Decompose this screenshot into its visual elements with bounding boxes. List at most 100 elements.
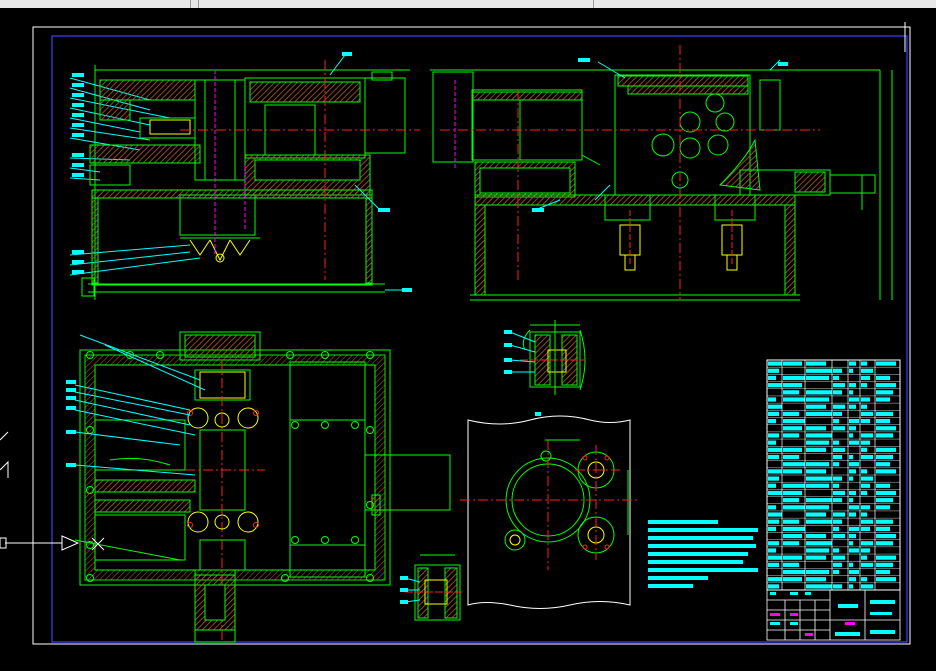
parts-list-cell-text — [849, 562, 853, 567]
parts-list-cell-text — [833, 375, 839, 381]
parts-list-cell-text — [876, 361, 896, 366]
parts-list-cell-text — [849, 454, 853, 460]
parts-list-cell-text — [849, 584, 853, 589]
parts-list-cell-text — [833, 454, 842, 460]
parts-list-cell-text — [849, 469, 856, 474]
ucs-icon[interactable] — [0, 431, 9, 478]
parts-list-cell-text — [806, 361, 826, 366]
parts-list-cell-text — [833, 584, 842, 589]
parts-list-cell-text — [876, 454, 893, 460]
parts-list-cell-text — [768, 419, 776, 424]
parts-list-cell-text — [876, 447, 896, 452]
parts-list-cell-text — [768, 584, 779, 589]
parts-list-cell-text — [833, 498, 842, 503]
parts-list-cell-text — [833, 411, 842, 416]
parts-list-cell-text — [876, 390, 893, 395]
parts-list-cell-text — [861, 440, 870, 445]
parts-list-cell-text — [783, 534, 802, 539]
parts-list-cell-text — [876, 519, 893, 524]
parts-list-cell-text — [783, 526, 805, 531]
parts-list-cell-text — [849, 505, 859, 510]
parts-list-cell-text — [783, 397, 805, 402]
parts-list-cell-text — [783, 426, 802, 431]
parts-list-cell-text — [849, 490, 856, 496]
parts-list-cell-text — [849, 476, 853, 481]
parts-list-cell-text — [849, 548, 859, 553]
parts-list-cell-text — [806, 397, 829, 402]
parts-list-cell-text — [768, 526, 776, 531]
parts-list-cell-text — [833, 519, 842, 524]
parts-list-cell-text — [833, 555, 845, 560]
selection-arrow-icon[interactable] — [0, 535, 80, 551]
parts-list-cell-text — [806, 440, 829, 445]
parts-list-cell-text — [806, 577, 826, 582]
parts-list-cell-text — [768, 383, 782, 388]
parts-list-cell-text — [768, 577, 782, 582]
parts-list-cell-text — [861, 519, 873, 524]
parts-list-cell-text — [833, 526, 839, 531]
parts-list-cell-text — [806, 541, 832, 546]
parts-list-cell-text — [768, 483, 776, 488]
parts-list-cell-text — [861, 490, 867, 496]
cad-model-space[interactable] — [0, 0, 936, 671]
parts-list-cell-text — [876, 490, 896, 496]
parts-list-cell-text — [861, 584, 873, 589]
front-elevation-view — [69, 52, 420, 300]
parts-list-cell-text — [861, 419, 870, 424]
parts-list-cell-text — [768, 397, 776, 402]
parts-list-cell-text — [783, 577, 802, 582]
parts-list-cell-text — [849, 512, 856, 517]
parts-list-cell-text — [876, 375, 890, 381]
parts-list-cell-text — [768, 404, 782, 409]
parts-list-cell-text — [806, 433, 832, 438]
parts-list-cell-text — [806, 469, 826, 474]
parts-list-cell-text — [833, 569, 839, 575]
parts-list-cell-text — [849, 361, 856, 366]
parts-list-cell-text — [861, 411, 873, 416]
parts-list-cell-text — [876, 534, 896, 539]
parts-list-cell-text — [876, 383, 896, 388]
parts-list-cell-text — [783, 490, 802, 496]
parts-list-cell-text — [806, 519, 832, 524]
parts-list-cell-text — [861, 548, 870, 553]
parts-list-cell-text — [768, 469, 782, 474]
parts-list-cell-text — [806, 375, 829, 381]
parts-list-cell-text — [768, 368, 779, 373]
parts-list-cell-text — [861, 476, 873, 481]
parts-list-cell-text — [876, 433, 893, 438]
parts-list-cell-text — [806, 447, 826, 452]
parts-list-cell-text — [861, 577, 867, 582]
parts-list-cell-text — [833, 368, 842, 373]
parts-list-cell-text — [849, 383, 856, 388]
parts-list-cell-text — [876, 426, 896, 431]
parts-list-cell-text — [876, 419, 890, 424]
parts-list-cell-text — [861, 361, 867, 366]
parts-list-cell-text — [833, 490, 845, 496]
parts-list-cell-text — [849, 577, 856, 582]
parts-list-cell-text — [768, 512, 782, 517]
plan-view — [66, 331, 451, 643]
parts-list-cell-text — [768, 519, 779, 524]
parts-list-cell-text — [849, 440, 859, 445]
parts-list-cell-text — [783, 433, 799, 438]
parts-list-cell-text — [768, 490, 782, 496]
parts-list-cell-text — [806, 390, 832, 395]
parts-list-cell-text — [849, 569, 859, 575]
parts-list-cell-text — [876, 498, 893, 503]
parts-list-cell-text — [833, 426, 845, 431]
parts-list-cell-text — [768, 361, 782, 366]
parts-list-cell-text — [783, 361, 802, 366]
parts-list-cell-text — [768, 476, 779, 481]
parts-list-cell-text — [806, 505, 829, 510]
parts-list-cell-text — [876, 505, 890, 510]
parts-list-cell-text — [806, 548, 829, 553]
parts-list-cell-text — [783, 541, 799, 546]
parts-list-cell-text — [861, 469, 867, 474]
parts-list-cell-text — [849, 433, 853, 438]
parts-list-cell-text — [861, 562, 873, 567]
parts-list-cell-text — [876, 483, 890, 488]
parts-list-cell-text — [806, 462, 829, 467]
parts-list-cell-text — [768, 411, 779, 416]
parts-list-cell-text — [861, 483, 870, 488]
parts-list-cell-text — [806, 512, 826, 517]
